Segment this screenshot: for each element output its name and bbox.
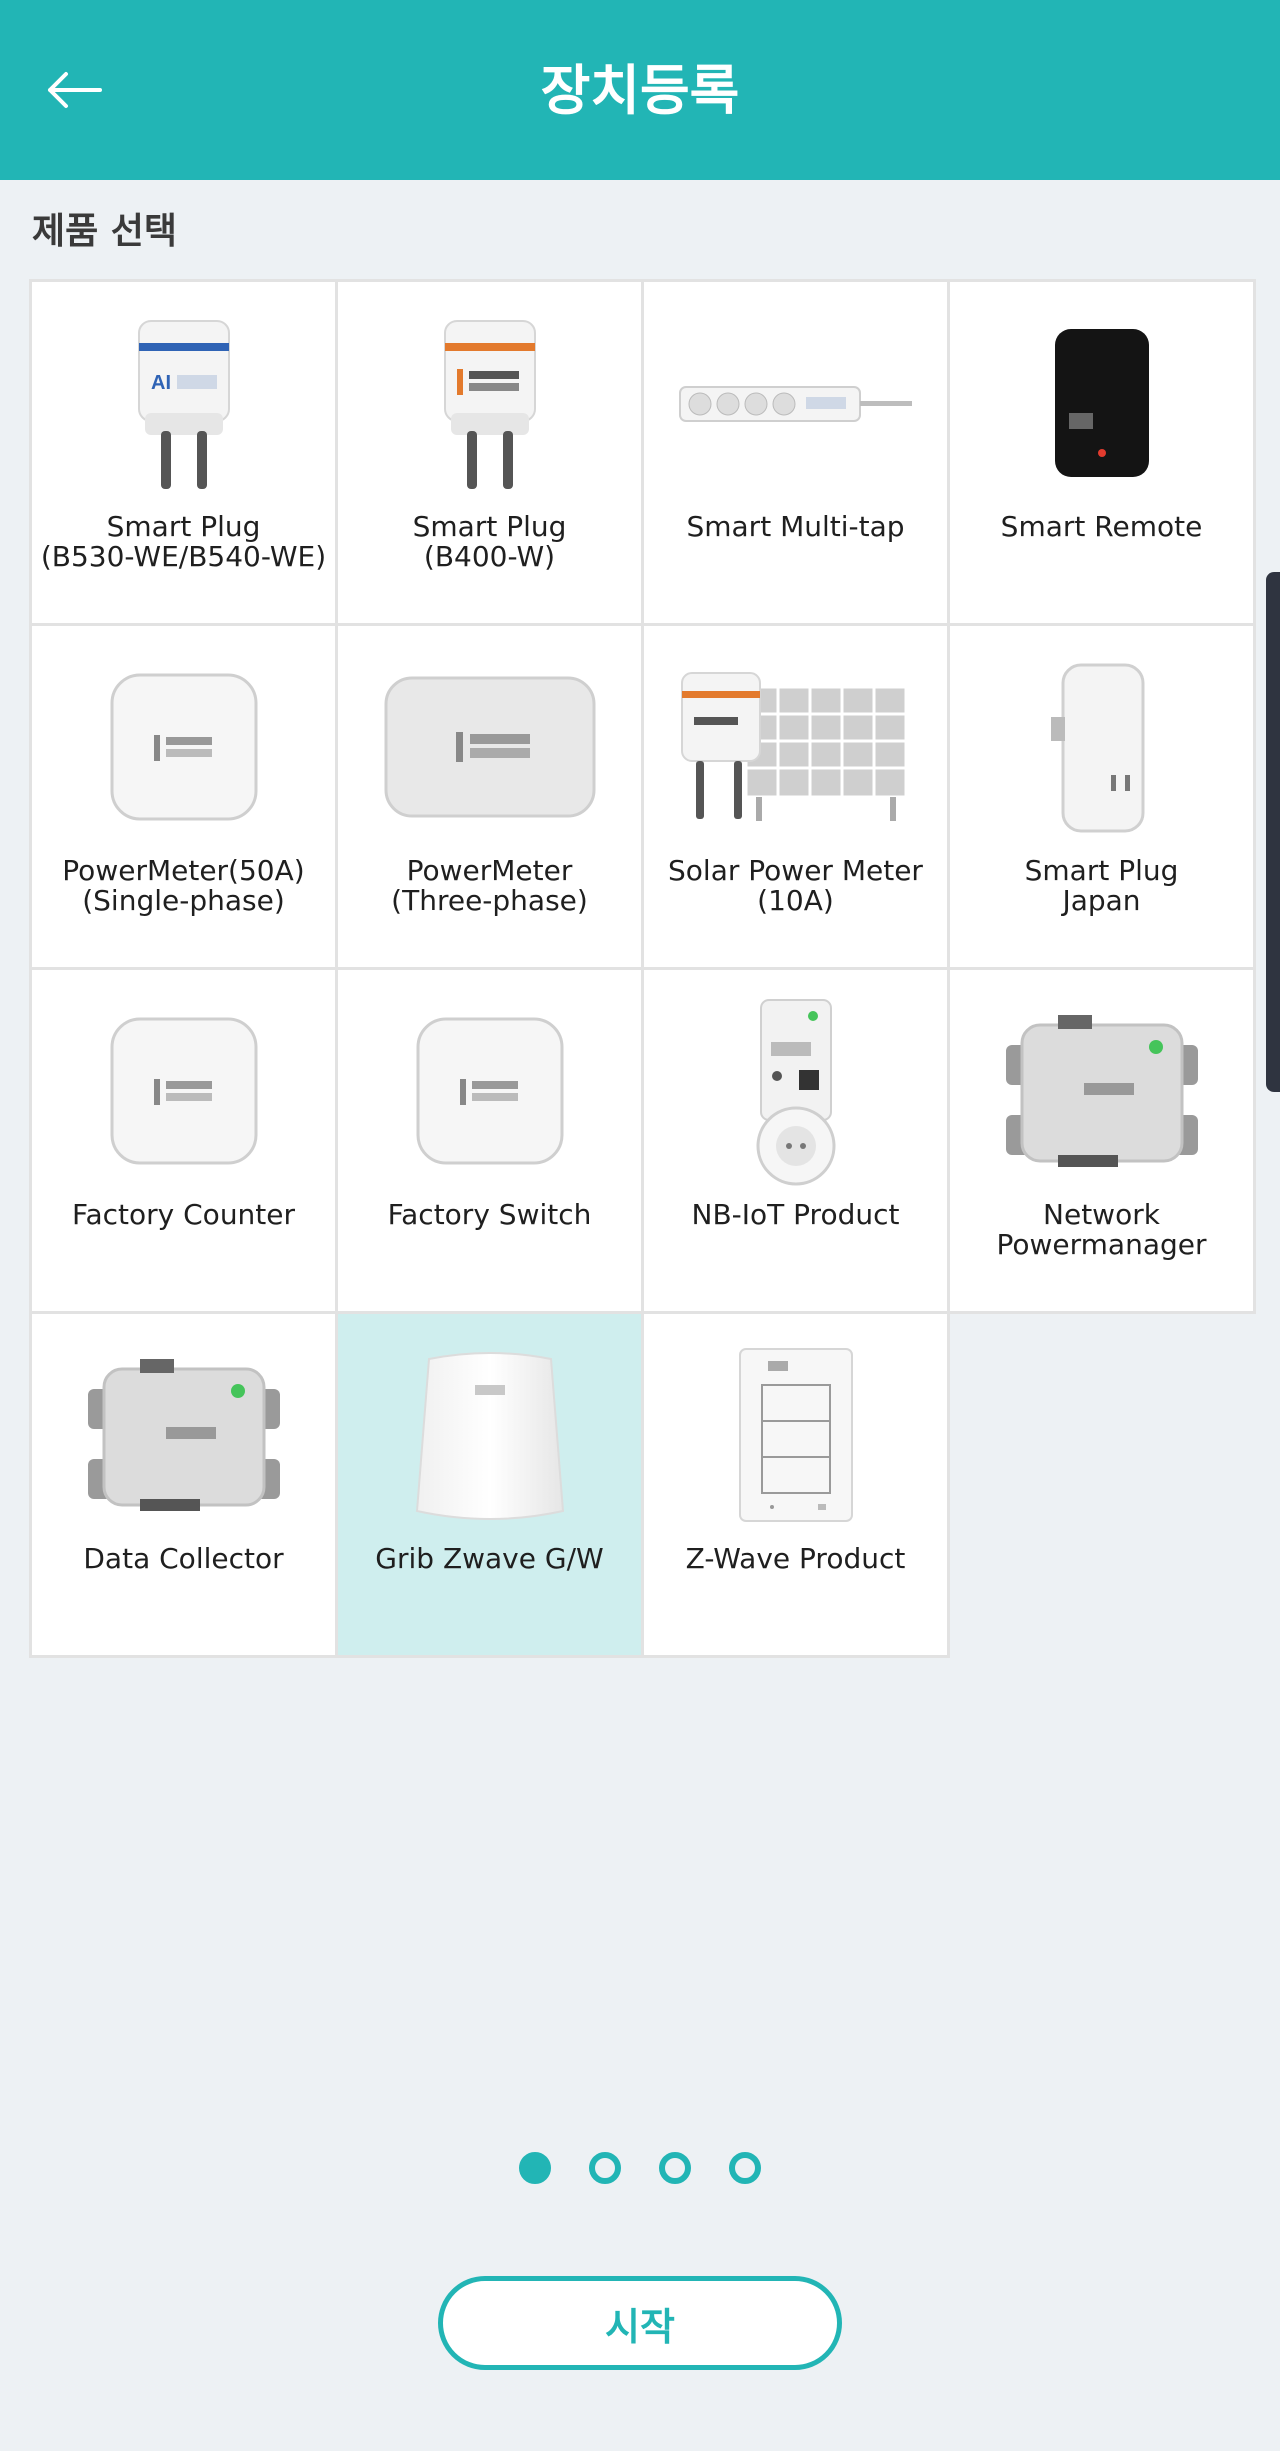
factory-switch-icon <box>370 996 610 1186</box>
product-label: Grib Zwave G/W <box>375 1542 604 1575</box>
smart-plug-japan-icon <box>982 652 1222 842</box>
smart-remote-icon <box>982 308 1222 498</box>
product-card[interactable]: Smart Multi-tap <box>641 279 950 626</box>
page-indicator <box>0 2152 1280 2186</box>
page-dot[interactable] <box>519 2152 551 2184</box>
product-card[interactable]: Z-Wave Product <box>641 1311 950 1658</box>
product-card[interactable]: Smart Plug Japan <box>947 623 1256 970</box>
product-label: Smart Plug (B530-WE/B540-WE) <box>40 510 327 573</box>
product-label: NB-IoT Product <box>691 1198 900 1231</box>
product-card[interactable]: Factory Switch <box>335 967 644 1314</box>
network-pm-icon <box>982 996 1222 1186</box>
product-card[interactable]: Solar Power Meter (10A) <box>641 623 950 970</box>
solar-meter-icon <box>676 652 916 842</box>
product-label: Data Collector <box>83 1542 284 1575</box>
product-label: Smart Multi-tap <box>686 510 905 543</box>
product-card[interactable]: PowerMeter (Three-phase) <box>335 623 644 970</box>
product-label: Solar Power Meter (10A) <box>668 854 923 917</box>
zwave-gateway-icon <box>370 1340 610 1530</box>
product-card[interactable]: Network Powermanager <box>947 967 1256 1314</box>
page-dot[interactable] <box>729 2152 761 2184</box>
page-dot[interactable] <box>659 2152 691 2184</box>
product-card[interactable]: PowerMeter(50A) (Single-phase) <box>29 623 338 970</box>
product-card[interactable]: AI Smart Plug (B530-WE/B540-WE) <box>29 279 338 626</box>
product-card[interactable]: Smart Remote <box>947 279 1256 626</box>
svg-text:AI: AI <box>151 372 171 394</box>
product-label: Factory Counter <box>71 1198 296 1231</box>
start-button[interactable]: 시작 <box>438 2276 842 2370</box>
powermeter-three-icon <box>370 652 610 842</box>
product-card[interactable]: Grib Zwave G/W <box>335 1311 644 1658</box>
product-label: Z-Wave Product <box>685 1542 906 1575</box>
product-card[interactable]: Smart Plug (B400-W) <box>335 279 644 626</box>
data-collector-icon <box>64 1340 304 1530</box>
empty-slot <box>950 1314 1253 1655</box>
nb-iot-plug-icon <box>676 996 916 1186</box>
product-card[interactable]: Data Collector <box>29 1311 338 1658</box>
multi-tap-icon <box>676 308 916 498</box>
product-label: Factory Switch <box>387 1198 592 1231</box>
zwave-switch-icon <box>676 1340 916 1530</box>
smart-plug-blue-icon: AI <box>64 308 304 498</box>
product-label: Smart Plug Japan <box>1024 854 1179 917</box>
page-title: 장치등록 <box>540 58 740 122</box>
product-card[interactable]: NB-IoT Product <box>641 967 950 1314</box>
product-label: PowerMeter(50A) (Single-phase) <box>62 854 305 917</box>
product-grid: AI Smart Plug (B530-WE/B540-WE) Smart Pl… <box>29 279 1256 1658</box>
product-label: Smart Remote <box>1000 510 1203 543</box>
page-dot[interactable] <box>589 2152 621 2184</box>
powermeter-single-icon <box>64 652 304 842</box>
product-label: Network Powermanager <box>996 1198 1207 1261</box>
section-title: 제품 선택 <box>32 211 178 252</box>
product-label: Smart Plug (B400-W) <box>412 510 567 573</box>
side-scroll-handle[interactable] <box>1266 572 1280 1092</box>
smart-plug-orange-icon <box>370 308 610 498</box>
app-bar: 장치등록 <box>0 0 1280 180</box>
product-label: PowerMeter (Three-phase) <box>391 854 588 917</box>
product-card[interactable]: Factory Counter <box>29 967 338 1314</box>
factory-counter-icon <box>64 996 304 1186</box>
